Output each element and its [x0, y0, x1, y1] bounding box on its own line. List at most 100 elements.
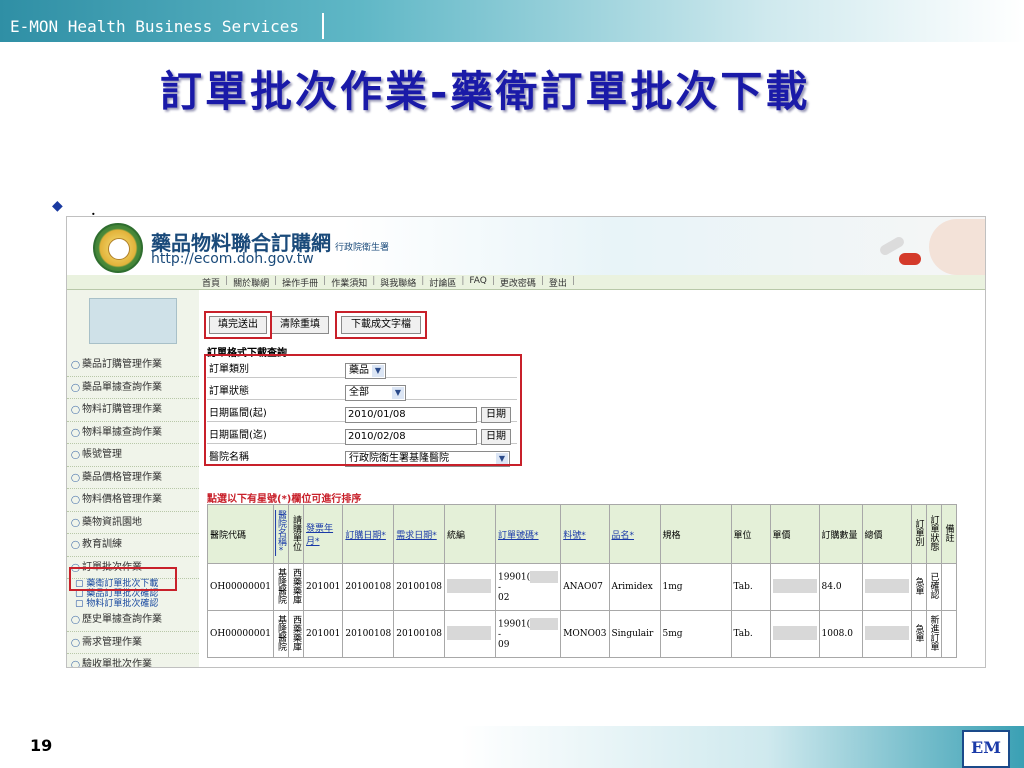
slide-title: 訂單批次作業-藥衛訂單批次下載 — [160, 67, 811, 116]
sidebar-item[interactable]: ◯ 物料價格管理作業 — [67, 489, 199, 512]
sidebar-item[interactable]: ◯ 藥品單據查詢作業 — [67, 377, 199, 399]
col-price: 單價 — [769, 504, 820, 564]
main-content: 填完送出 清除重填 下載成文字檔 訂單格式下載查詢 訂單類別 藥品 ▼ 訂單狀態 全部 ▼… — [199, 290, 985, 667]
sidebar-item-label: 需求管理作業 — [81, 636, 142, 648]
sidebar-item[interactable]: ◯ 教育訓練 — [67, 534, 199, 557]
cell-invoice-month: 201001 — [303, 563, 344, 611]
sidebar-item[interactable]: ◯ 藥物資訊園地 — [67, 512, 199, 534]
cell-qty: 1008.0 — [818, 610, 863, 658]
redacted-block — [864, 625, 909, 640]
table-row: OH00000001 基隆醫院 西藥藥庫 201001 20100108 20100108… — [206, 610, 957, 658]
cell-redacted — [444, 563, 497, 611]
cell-product: Singulair — [608, 610, 661, 658]
col-need-date[interactable]: 需求日期* — [393, 504, 446, 564]
cell-redacted — [769, 563, 820, 611]
sidebar-item[interactable]: ◯ 帳號管理 — [67, 444, 199, 467]
col-qty: 訂購數量 — [818, 504, 863, 564]
col-spec: 規格 — [659, 504, 732, 564]
sidebar-item[interactable]: ◯ 歷史單據查詢作業 — [67, 609, 199, 632]
circle-arrow-icon: ◯ — [71, 427, 80, 437]
nav-separator: | — [274, 276, 278, 286]
nav-link[interactable]: 關於聯網 — [230, 276, 272, 289]
cell-unit: Tab. — [730, 610, 771, 658]
nav-link[interactable]: 更改密碼 — [497, 276, 539, 289]
cell-order-date: 20100108 — [342, 563, 395, 611]
col-invoice-month[interactable]: 發票年月* — [303, 504, 344, 564]
cell-order-no: 19901(- 02 — [495, 563, 562, 611]
highlight-box-download — [335, 311, 427, 339]
sidebar-item-label: 帳號管理 — [81, 449, 122, 460]
website-screenshot: 藥品物料聯合訂購網 行政院衛生署 http://ecom.doh.gov.tw 首… — [66, 216, 986, 668]
cell-redacted — [861, 563, 912, 611]
nav-separator: | — [323, 276, 327, 286]
sidebar-item[interactable]: ◯ 藥品訂購管理作業 — [67, 354, 199, 377]
circle-arrow-icon: ◯ — [71, 517, 80, 527]
sidebar-item[interactable]: ◯ 物料訂購管理作業 — [67, 399, 199, 422]
cell-invoice-month: 201001 — [303, 610, 344, 658]
cell-item-no: ANAO07 — [560, 563, 610, 611]
sidebar-subitem[interactable]: ▢ 物料訂單批次確認 — [67, 599, 199, 609]
sidebar-item-label: 驗收單批次作業 — [81, 659, 152, 668]
nav-link[interactable]: 與我聯絡 — [377, 276, 419, 289]
redacted-block — [772, 625, 817, 640]
cell-hospital-code: OH00000001 — [206, 610, 275, 658]
sidebar-item[interactable]: ◯ 需求管理作業 — [67, 632, 199, 654]
col-item-no[interactable]: 料號* — [560, 504, 610, 564]
col-order-no[interactable]: 訂單號碼* — [495, 504, 562, 564]
sidebar-item-label: 藥物資訊園地 — [81, 516, 142, 528]
cell-need-date: 20100108 — [393, 610, 446, 658]
cell-need-date: 20100108 — [393, 563, 446, 611]
nav-link[interactable]: FAQ — [466, 276, 489, 289]
sidebar-item-label: 物料價格管理作業 — [81, 494, 162, 505]
circle-arrow-icon: ◯ — [71, 382, 80, 392]
cell-order-type: 急單 — [910, 610, 927, 658]
cell-hospital-name: 基隆醫院 — [273, 610, 290, 658]
nav-separator: | — [461, 276, 465, 286]
nav-link[interactable]: 首頁 — [199, 276, 223, 289]
sidebar-item-label: 藥品價格管理作業 — [81, 471, 162, 483]
nav-separator: | — [540, 276, 544, 286]
nav-link[interactable]: 操作手冊 — [279, 276, 321, 289]
circle-arrow-icon: ◯ — [71, 637, 80, 647]
nav-separator: | — [571, 276, 575, 286]
cell-order-type: 急單 — [910, 563, 927, 611]
cell-product: Arimidex — [608, 563, 661, 611]
sidebar-item[interactable]: ◯ 物料單據查詢作業 — [67, 422, 199, 444]
doh-emblem-icon — [93, 223, 143, 273]
nav-separator: | — [491, 276, 495, 286]
sidebar-item[interactable]: ◯ 驗收單批次作業 — [67, 654, 199, 668]
cell-remark — [940, 563, 957, 611]
redacted-block — [864, 578, 909, 593]
col-hospital-name[interactable]: 醫院名稱* — [273, 504, 290, 564]
cell-req-unit: 西藥藥庫 — [288, 563, 305, 611]
table-header-row: 醫院代碼 醫院名稱* 請購單位 發票年月* 訂購日期* 需求日期* 統編 訂單號… — [206, 504, 957, 564]
sidebar-item-label: 物料單據查詢作業 — [81, 426, 162, 438]
reset-button[interactable]: 清除重填 — [271, 316, 329, 334]
col-order-type: 訂單別 — [910, 504, 927, 564]
highlight-box-submit — [204, 311, 272, 339]
site-url: http://ecom.doh.gov.tw — [151, 251, 314, 267]
cell-spec: 1mg — [659, 563, 732, 611]
circle-arrow-icon: ◯ — [71, 360, 80, 369]
col-unit: 單位 — [730, 504, 771, 564]
cell-redacted — [769, 610, 820, 658]
nav-link[interactable]: 作業須知 — [328, 276, 370, 289]
nav-link[interactable]: 登出 — [546, 276, 570, 289]
redacted-block — [530, 571, 559, 583]
diamond-bullet-icon: ◆ — [52, 198, 63, 214]
slide-bottom-banner — [0, 726, 1024, 768]
nav-link[interactable]: 討論區 — [426, 276, 459, 289]
col-product[interactable]: 品名* — [608, 504, 661, 564]
circle-arrow-icon: ◯ — [71, 660, 80, 668]
circle-arrow-icon: ◯ — [71, 405, 80, 414]
site-header: 藥品物料聯合訂購網 行政院衛生署 http://ecom.doh.gov.tw — [67, 217, 985, 275]
col-order-date[interactable]: 訂購日期* — [342, 504, 395, 564]
col-remark: 備註 — [940, 504, 957, 564]
cell-req-unit: 西藥藥庫 — [288, 610, 305, 658]
circle-arrow-icon: ◯ — [71, 540, 80, 549]
page-number: 19 — [30, 736, 53, 755]
sidebar-item-label: 歷史單據查詢作業 — [81, 614, 162, 625]
sidebar-item[interactable]: ◯ 藥品價格管理作業 — [67, 467, 199, 489]
nav-separator: | — [372, 276, 376, 286]
highlight-box-form — [204, 354, 522, 466]
